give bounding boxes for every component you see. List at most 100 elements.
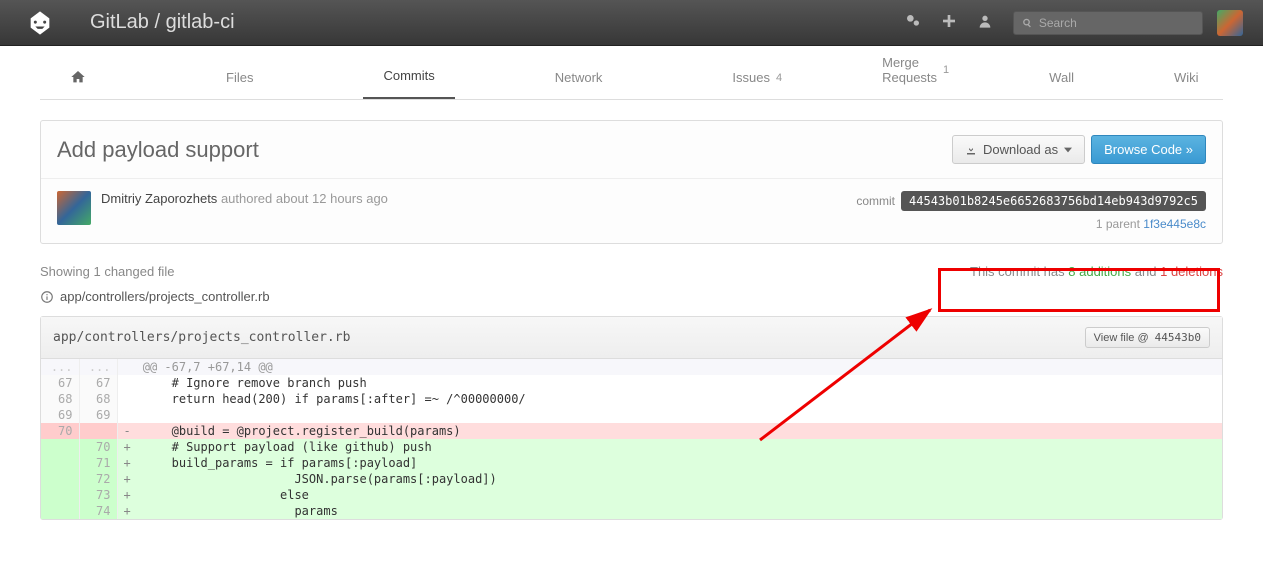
browse-code-button[interactable]: Browse Code » — [1091, 135, 1206, 164]
line-new: 74 — [79, 503, 117, 519]
diff-sign: + — [117, 471, 137, 487]
home-icon — [70, 69, 86, 85]
diff-code: return head(200) if params[:after] =~ /^… — [137, 391, 1222, 407]
search-icon — [1022, 17, 1033, 29]
line-new: 73 — [79, 487, 117, 503]
diff-row: 6969 — [41, 407, 1222, 423]
user-icon[interactable] — [977, 13, 993, 32]
line-old: 67 — [41, 375, 79, 391]
line-new: 70 — [79, 439, 117, 455]
commit-title-row: Add payload support Download as Browse C… — [41, 121, 1222, 179]
diff-code: else — [137, 487, 1222, 503]
diff-sign: + — [117, 487, 137, 503]
line-new: 67 — [79, 375, 117, 391]
tab-issues-label: Issues — [732, 70, 770, 85]
line-old — [41, 455, 79, 471]
line-old — [41, 503, 79, 519]
tab-issues[interactable]: Issues 4 — [712, 56, 802, 99]
line-old — [41, 487, 79, 503]
diff-sign: - — [117, 423, 137, 439]
line-old: ... — [41, 359, 79, 375]
diff-sign — [117, 407, 137, 423]
diff-row: 72+ JSON.parse(params[:payload]) — [41, 471, 1222, 487]
diff-code: # Support payload (like github) push — [137, 439, 1222, 455]
line-new: 71 — [79, 455, 117, 471]
diff-code — [137, 407, 1222, 423]
tab-home[interactable] — [40, 55, 116, 99]
line-new: 68 — [79, 391, 117, 407]
diff-row: 6868 return head(200) if params[:after] … — [41, 391, 1222, 407]
search-input[interactable] — [1039, 16, 1194, 30]
diff-row: 70+ # Support payload (like github) push — [41, 439, 1222, 455]
line-new: 69 — [79, 407, 117, 423]
download-button[interactable]: Download as — [952, 135, 1085, 164]
tab-mr-label: Merge Requests — [882, 55, 937, 85]
changed-file-link[interactable]: app/controllers/projects_controller.rb — [60, 289, 270, 304]
annotation-arrow — [750, 300, 950, 450]
diff-row: 70 - @build = @project.register_build(par… — [41, 423, 1222, 439]
plus-icon[interactable] — [941, 13, 957, 32]
diff-sign — [117, 359, 137, 375]
download-icon — [965, 144, 977, 156]
parent-sha-link[interactable]: 1f3e445e8c — [1143, 217, 1206, 231]
nav-tabs: Files Commits Network Issues 4 Merge Req… — [40, 46, 1223, 100]
user-avatar[interactable] — [1217, 10, 1243, 36]
diff-code: build_params = if params[:payload] — [137, 455, 1222, 471]
diff-code: # Ignore remove branch push — [137, 375, 1222, 391]
author-avatar[interactable] — [57, 191, 91, 225]
file-icon — [40, 290, 54, 304]
diff-code: @build = @project.register_build(params) — [137, 423, 1222, 439]
line-old — [41, 439, 79, 455]
author-line: Dmitriy Zaporozhets authored about 12 ho… — [101, 191, 388, 206]
topbar-actions — [905, 13, 993, 32]
diff-sign — [117, 391, 137, 407]
tab-wall[interactable]: Wall — [1029, 56, 1094, 99]
line-old: 70 — [41, 423, 79, 439]
gitlab-logo[interactable] — [20, 3, 60, 43]
tab-network[interactable]: Network — [535, 56, 623, 99]
caret-down-icon — [1064, 146, 1072, 154]
search-box[interactable] — [1013, 11, 1203, 35]
diff-table: ......@@ -67,7 +67,14 @@6767 # Ignore re… — [41, 359, 1222, 519]
tab-merge-requests[interactable]: Merge Requests 1 — [862, 41, 969, 99]
tab-files[interactable]: Files — [206, 56, 273, 99]
view-file-button[interactable]: View file @ 44543b0 — [1085, 327, 1210, 348]
tab-commits[interactable]: Commits — [363, 54, 454, 99]
parent-line: 1 parent 1f3e445e8c — [856, 217, 1206, 231]
commit-header: Add payload support Download as Browse C… — [40, 120, 1223, 244]
diff-row: 6767 # Ignore remove branch push — [41, 375, 1222, 391]
topbar: GitLab / gitlab-ci — [0, 0, 1263, 46]
authored-time: authored about 12 hours ago — [221, 191, 388, 206]
line-new — [79, 423, 117, 439]
mr-count-badge: 1 — [943, 64, 949, 76]
diff-box: app/controllers/projects_controller.rb V… — [40, 316, 1223, 520]
diff-row: 74+ params — [41, 503, 1222, 519]
diff-sign: + — [117, 439, 137, 455]
commit-label: commit — [856, 194, 895, 208]
commit-sha[interactable]: 44543b01b8245e6652683756bd14eb943d9792c5 — [901, 191, 1206, 211]
commit-meta-row: Dmitriy Zaporozhets authored about 12 ho… — [41, 179, 1222, 243]
diff-sign: + — [117, 503, 137, 519]
diff-row: 71+ build_params = if params[:payload] — [41, 455, 1222, 471]
diff-code: JSON.parse(params[:payload]) — [137, 471, 1222, 487]
diff-code: params — [137, 503, 1222, 519]
line-new: 72 — [79, 471, 117, 487]
line-old: 69 — [41, 407, 79, 423]
annotation-highlight-box — [938, 268, 1220, 312]
commit-sha-block: commit 44543b01b8245e6652683756bd14eb943… — [856, 191, 1206, 231]
breadcrumb[interactable]: GitLab / gitlab-ci — [90, 11, 905, 34]
files-changed: Showing 1 changed file — [40, 264, 174, 279]
diff-sign — [117, 375, 137, 391]
settings-icon[interactable] — [905, 13, 921, 32]
diff-code: @@ -67,7 +67,14 @@ — [137, 359, 1222, 375]
diff-row: 73+ else — [41, 487, 1222, 503]
commit-title: Add payload support — [57, 137, 952, 163]
diff-header: app/controllers/projects_controller.rb V… — [41, 317, 1222, 359]
line-old: 68 — [41, 391, 79, 407]
author-name[interactable]: Dmitriy Zaporozhets — [101, 191, 217, 206]
diff-row: ...... @@ -67,7 +67,14 @@ — [41, 359, 1222, 375]
diff-sign: + — [117, 455, 137, 471]
issues-count-badge: 4 — [776, 72, 782, 84]
tab-wiki[interactable]: Wiki — [1154, 56, 1219, 99]
line-new: ... — [79, 359, 117, 375]
